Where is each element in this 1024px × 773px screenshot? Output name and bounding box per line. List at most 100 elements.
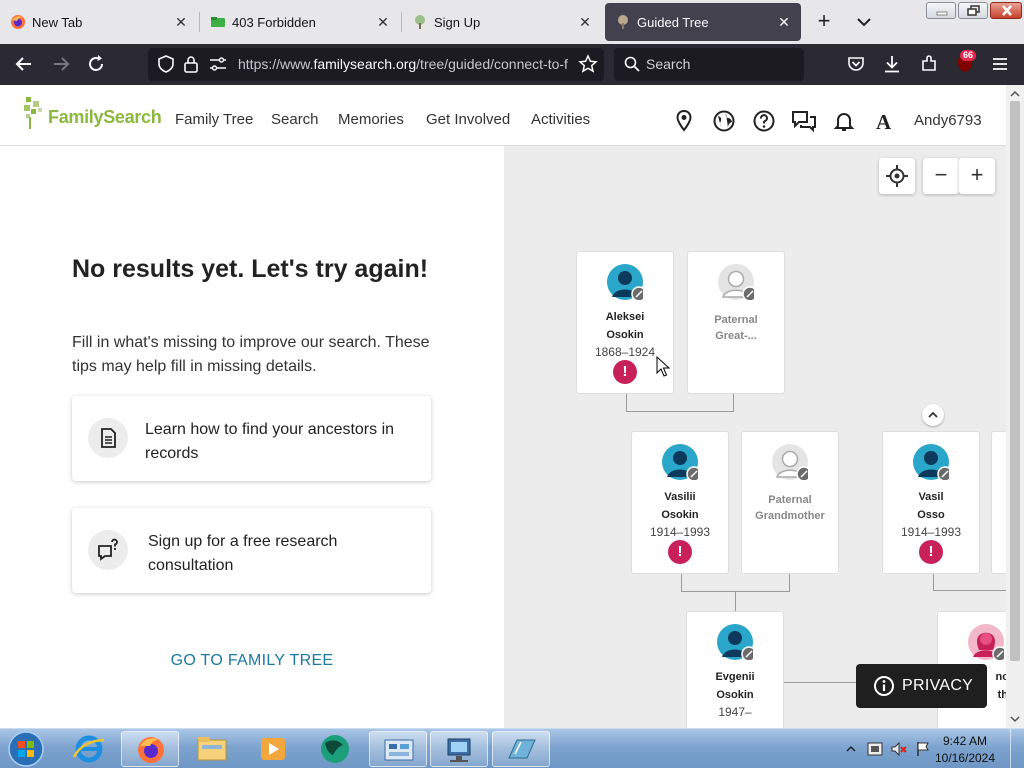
tree-connector [933, 590, 1006, 591]
privacy-button[interactable]: PRIVACY [856, 664, 987, 708]
tip-card-consultation[interactable]: Sign up for a free research consultation [72, 508, 431, 593]
taskbar-explorer-icon[interactable] [183, 731, 241, 767]
nav-activities[interactable]: Activities [531, 111, 590, 128]
privacy-label: PRIVACY [902, 677, 974, 694]
bookmark-star-icon[interactable] [578, 54, 598, 79]
taskbar-globe-app-icon[interactable] [306, 731, 364, 767]
tab-title: Guided Tree [637, 14, 709, 30]
tab-new-tab[interactable]: New Tab ✕ [0, 3, 198, 41]
close-tab-icon[interactable]: ✕ [773, 14, 795, 31]
download-icon[interactable] [881, 53, 903, 75]
tab-403-forbidden[interactable]: 403 Forbidden ✕ [200, 3, 400, 41]
person-card-evgenii[interactable]: Evgenii Osokin 1947– [686, 611, 784, 728]
tree-connector [933, 573, 934, 590]
globe-icon[interactable] [712, 109, 736, 133]
messages-icon[interactable] [791, 109, 816, 133]
pocket-icon[interactable] [845, 53, 867, 75]
tree-connector [681, 573, 790, 592]
tab-title: New Tab [32, 14, 83, 30]
tree-connector [626, 393, 734, 412]
person-card-paternal-grandmother[interactable]: Paternal Grandmother [741, 431, 839, 574]
show-desktop-button[interactable] [1010, 729, 1024, 769]
female-placeholder-icon [718, 264, 754, 300]
tree-icon [615, 14, 631, 30]
tab-strip: New Tab ✕ 403 Forbidden ✕ Sign Up ✕ Guid… [0, 0, 1024, 44]
vertical-scrollbar[interactable] [1006, 85, 1024, 728]
start-button[interactable] [4, 730, 48, 768]
url-host: familysearch.org [313, 56, 417, 72]
alert-icon[interactable]: ! [919, 540, 943, 564]
collapse-chevron-up-icon[interactable] [922, 404, 944, 426]
taskbar-network-icon[interactable] [430, 731, 488, 767]
scrollbar-thumb[interactable] [1010, 101, 1020, 661]
person-card-vasilii[interactable]: Vasilii Osokin 1914–1993 ! [631, 431, 729, 574]
url-bar[interactable]: https://www.familysearch.org/tree/guided… [148, 48, 604, 81]
username[interactable]: Andy6793 [914, 112, 982, 129]
firefox-icon [10, 14, 26, 30]
close-tab-icon[interactable]: ✕ [574, 14, 596, 31]
chevron-down-icon[interactable] [852, 10, 876, 34]
logo-text: FamilySearch [48, 107, 162, 127]
back-arrow-icon[interactable] [13, 53, 35, 75]
avatar[interactable]: A [876, 110, 891, 135]
person-card-paternal-great[interactable]: Paternal Great-... [687, 251, 785, 394]
close-tab-icon[interactable]: ✕ [372, 14, 394, 31]
person-card-vasil[interactable]: Vasil Osso 1914–1993 ! [882, 431, 980, 574]
permissions-icon[interactable] [208, 55, 228, 78]
extensions-icon[interactable] [918, 53, 940, 75]
lock-icon[interactable] [182, 54, 200, 79]
tab-title: 403 Forbidden [232, 14, 316, 30]
tip-card-learn[interactable]: Learn how to find your ancestors in reco… [72, 396, 431, 481]
show-hidden-icons-icon[interactable] [845, 743, 857, 755]
tab-sign-up[interactable]: Sign Up ✕ [402, 3, 602, 41]
male-avatar-icon [717, 624, 753, 660]
bell-icon[interactable] [832, 109, 856, 133]
clock-date[interactable]: 10/16/2024 [930, 751, 1000, 765]
alert-icon[interactable]: ! [668, 540, 692, 564]
go-to-family-tree-link[interactable]: GO TO FAMILY TREE [0, 652, 504, 670]
placeholder-line: Paternal [714, 314, 758, 326]
taskbar-control-panel-icon[interactable] [369, 731, 427, 767]
close-window-button[interactable] [990, 2, 1022, 19]
recenter-button[interactable] [879, 158, 915, 194]
nav-memories[interactable]: Memories [338, 111, 404, 128]
person-first-name: Vasil [918, 491, 944, 503]
url-text[interactable]: https://www.familysearch.org/tree/guided… [238, 56, 572, 72]
zoom-in-button[interactable]: + [959, 158, 995, 194]
hamburger-menu-icon[interactable] [989, 53, 1011, 75]
scroll-down-arrow-icon[interactable] [1006, 712, 1024, 726]
close-tab-icon[interactable]: ✕ [170, 14, 192, 31]
nav-search[interactable]: Search [271, 111, 319, 128]
taskbar-media-player-icon[interactable] [244, 731, 302, 767]
familysearch-logo[interactable]: FamilySearch [22, 95, 162, 131]
tab-guided-tree[interactable]: Guided Tree ✕ [605, 3, 801, 41]
minimize-button[interactable] [926, 2, 956, 19]
alert-icon[interactable]: ! [613, 360, 637, 384]
nav-get-involved[interactable]: Get Involved [426, 111, 510, 128]
volume-muted-icon[interactable] [890, 740, 908, 758]
location-pin-icon[interactable] [672, 109, 696, 133]
shield-icon[interactable] [156, 54, 176, 79]
tray-app-icon[interactable] [866, 740, 884, 758]
person-dates: 1914–1993 [649, 525, 711, 539]
taskbar-notepad-icon[interactable] [492, 731, 550, 767]
green-folder-icon [210, 14, 226, 30]
help-icon[interactable] [752, 109, 776, 133]
person-last-name: Osso [917, 509, 945, 521]
reload-icon[interactable] [85, 53, 107, 75]
family-tree-view[interactable]: − + Aleksei Osokin 1868–1924 ! Paternal … [504, 146, 1006, 728]
search-bar[interactable]: Search [614, 48, 804, 81]
nav-family-tree[interactable]: Family Tree [175, 111, 253, 128]
new-tab-button[interactable]: + [812, 8, 836, 36]
taskbar-ie-icon[interactable] [60, 731, 118, 767]
restore-button[interactable] [958, 2, 988, 19]
taskbar-firefox-icon[interactable] [121, 731, 179, 767]
scroll-up-arrow-icon[interactable] [1006, 87, 1024, 101]
clock-time[interactable]: 9:42 AM [930, 734, 1000, 748]
female-avatar-icon [968, 624, 1004, 660]
page-title: No results yet. Let's try again! [72, 255, 429, 283]
zoom-out-button[interactable]: − [923, 158, 959, 194]
person-first-name: Evgenii [715, 671, 755, 683]
person-card-partial[interactable] [991, 431, 1006, 574]
forward-arrow-icon[interactable] [50, 53, 72, 75]
